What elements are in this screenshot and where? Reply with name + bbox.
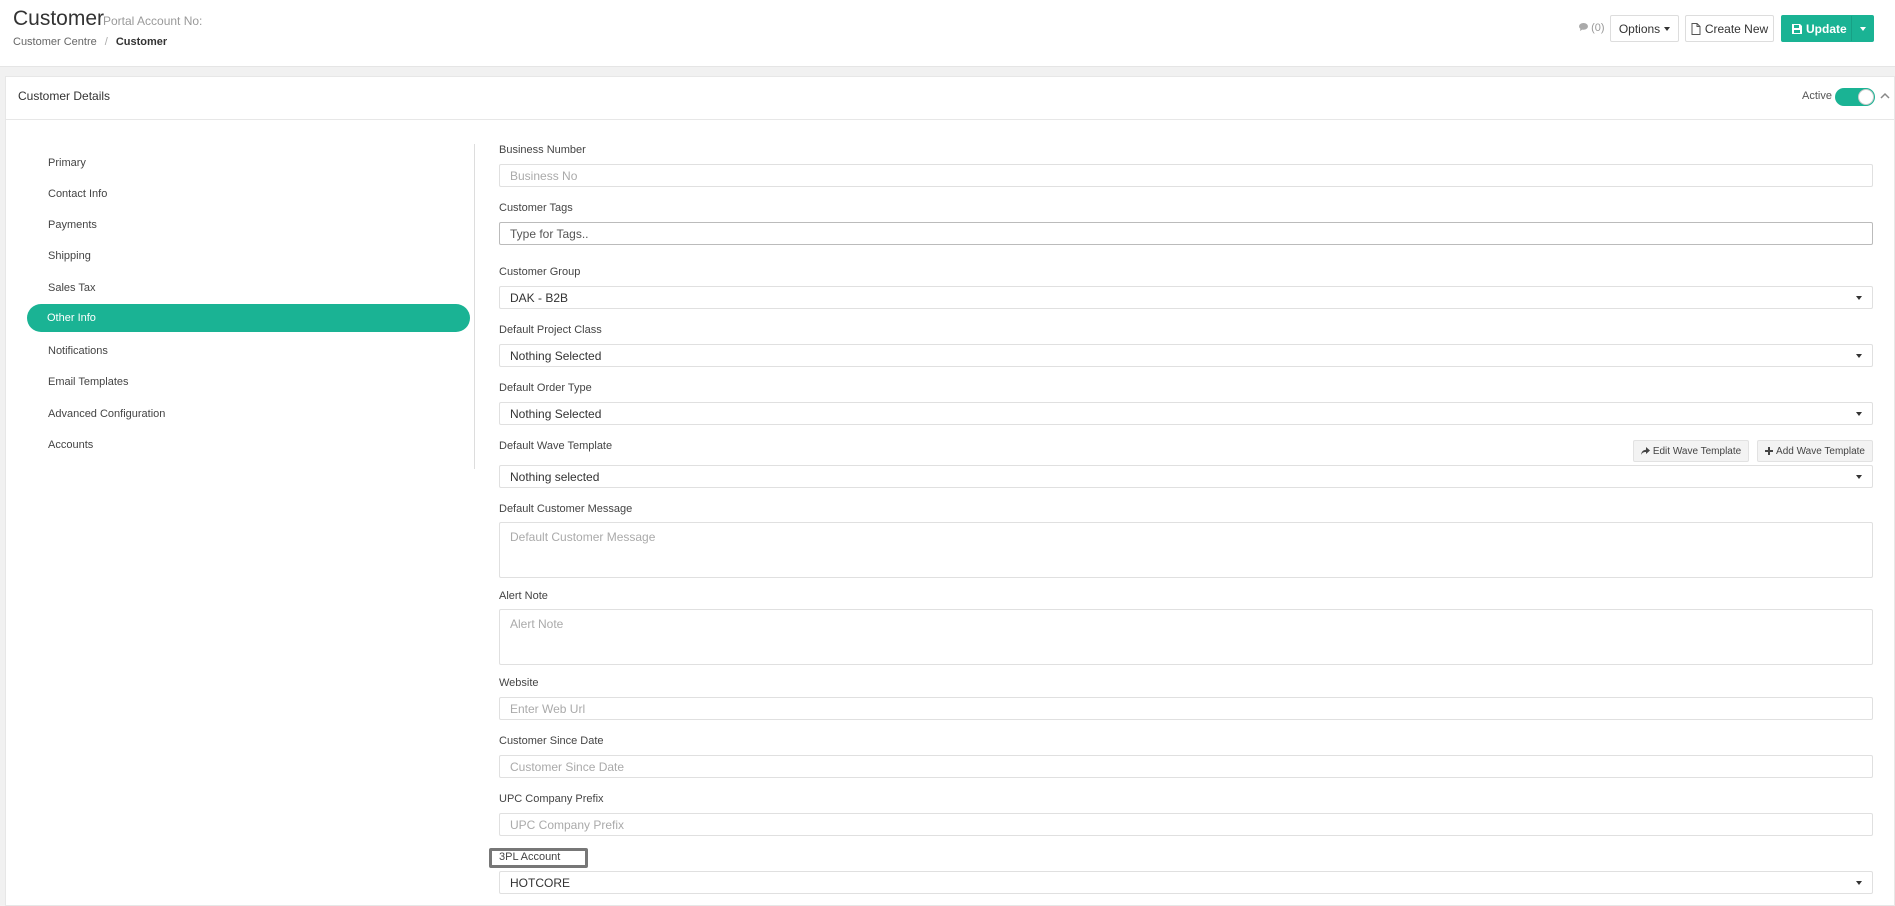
file-icon xyxy=(1691,22,1701,35)
default-customer-message-label: Default Customer Message xyxy=(499,503,633,515)
three-pl-account-select[interactable]: HOTCORE xyxy=(499,871,1873,894)
panel-title: Customer Details xyxy=(18,89,111,103)
caret-down-icon xyxy=(1856,881,1862,885)
options-label: Options xyxy=(1618,21,1661,36)
nav-item-accounts[interactable]: Accounts xyxy=(27,431,470,459)
three-pl-account-value: HOTCORE xyxy=(510,875,570,890)
edit-wave-template-button[interactable]: Edit Wave Template xyxy=(1633,440,1749,462)
save-icon xyxy=(1792,23,1802,34)
customer-since-date-label: Customer Since Date xyxy=(499,735,604,747)
default-project-class-select[interactable]: Nothing Selected xyxy=(499,344,1873,367)
default-wave-template-value: Nothing selected xyxy=(510,469,600,484)
panel-header: Customer Details Active xyxy=(6,77,1894,120)
default-wave-template-select[interactable]: Nothing selected xyxy=(499,465,1873,488)
three-pl-account-label: 3PL Account xyxy=(499,851,561,863)
active-toggle[interactable] xyxy=(1835,88,1875,106)
caret-down-icon xyxy=(1856,475,1862,479)
share-icon xyxy=(1640,447,1650,455)
nav-item-contact-info[interactable]: Contact Info xyxy=(27,180,470,208)
update-button[interactable]: Update xyxy=(1781,15,1874,42)
customer-since-date-input[interactable]: Customer Since Date xyxy=(499,755,1873,778)
business-number-input[interactable]: Business No xyxy=(499,164,1873,187)
breadcrumb: Customer Centre / Customer xyxy=(13,36,167,48)
create-new-label: Create New xyxy=(1704,21,1769,36)
website-input[interactable]: Enter Web Url xyxy=(499,697,1873,720)
default-customer-message-textarea[interactable]: Default Customer Message xyxy=(499,522,1873,578)
toggle-knob xyxy=(1858,89,1874,105)
portal-account-label: Portal Account No: xyxy=(103,14,203,28)
comments-button[interactable]: (0) xyxy=(1579,22,1605,34)
website-label: Website xyxy=(499,677,539,689)
caret-down-icon xyxy=(1856,296,1862,300)
default-project-class-value: Nothing Selected xyxy=(510,348,602,363)
nav-item-primary[interactable]: Primary xyxy=(27,149,470,177)
nav-item-payments[interactable]: Payments xyxy=(27,211,470,239)
options-button[interactable]: Options xyxy=(1610,15,1679,42)
comment-icon xyxy=(1579,23,1588,31)
default-project-class-label: Default Project Class xyxy=(499,324,602,336)
breadcrumb-customer-centre[interactable]: Customer Centre xyxy=(13,36,97,48)
business-number-label: Business Number xyxy=(499,144,586,156)
chevron-up-icon[interactable] xyxy=(1880,88,1890,102)
nav-item-sales-tax[interactable]: Sales Tax xyxy=(27,274,470,302)
add-wave-template-label: Add Wave Template xyxy=(1776,445,1865,457)
active-label: Active xyxy=(1802,90,1832,102)
caret-down-icon xyxy=(1856,354,1862,358)
nav-item-email-templates[interactable]: Email Templates xyxy=(27,368,470,396)
default-order-type-select[interactable]: Nothing Selected xyxy=(499,402,1873,425)
breadcrumb-current: Customer xyxy=(115,36,168,48)
caret-down-icon xyxy=(1856,412,1862,416)
nav-item-other-info[interactable]: Other Info xyxy=(27,304,470,332)
default-wave-template-label: Default Wave Template xyxy=(499,440,613,452)
update-dropdown-toggle[interactable] xyxy=(1851,16,1873,41)
edit-wave-template-label: Edit Wave Template xyxy=(1652,445,1742,457)
customer-tags-label: Customer Tags xyxy=(499,202,573,214)
default-order-type-label: Default Order Type xyxy=(499,382,592,394)
add-wave-template-button[interactable]: Add Wave Template xyxy=(1757,440,1873,462)
comments-count: (0) xyxy=(1591,22,1605,34)
customer-tags-input[interactable]: Type for Tags.. xyxy=(499,222,1873,245)
customer-group-label: Customer Group xyxy=(499,266,581,278)
plus-icon xyxy=(1765,447,1774,455)
customer-group-value: DAK - B2B xyxy=(510,290,569,305)
nav-item-advanced-configuration[interactable]: Advanced Configuration xyxy=(27,400,470,428)
customer-group-select[interactable]: DAK - B2B xyxy=(499,286,1873,309)
upc-company-prefix-input[interactable]: UPC Company Prefix xyxy=(499,813,1873,836)
page-header: Customer Portal Account No: Customer Cen… xyxy=(0,0,1895,67)
create-new-button[interactable]: Create New xyxy=(1685,15,1774,42)
default-order-type-value: Nothing Selected xyxy=(510,406,602,421)
nav-item-notifications[interactable]: Notifications xyxy=(27,337,470,365)
caret-down-icon xyxy=(1664,26,1671,31)
alert-note-label: Alert Note xyxy=(499,590,548,602)
update-label: Update xyxy=(1806,21,1847,36)
page-title: Customer xyxy=(13,7,105,30)
caret-down-icon xyxy=(1859,26,1866,31)
nav-item-shipping[interactable]: Shipping xyxy=(27,242,470,270)
breadcrumb-separator: / xyxy=(104,36,108,48)
nav-divider xyxy=(474,144,475,469)
alert-note-textarea[interactable]: Alert Note xyxy=(499,609,1873,665)
upc-company-prefix-label: UPC Company Prefix xyxy=(499,793,604,805)
